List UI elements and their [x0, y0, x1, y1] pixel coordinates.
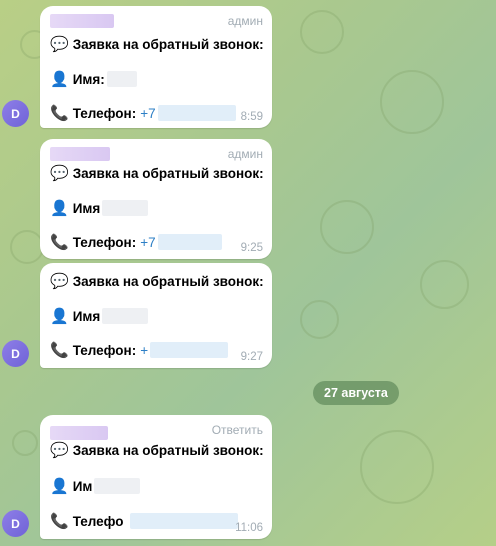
telephone-receiver-icon: 📞	[50, 513, 69, 530]
redacted-name	[106, 71, 137, 87]
bust-silhouette-icon: 👤	[50, 308, 69, 325]
message-bubble[interactable]: Ответить 💬 Заявка на обратный звонок: 👤 Им…	[40, 415, 272, 539]
phone-label: Телефон:	[72, 342, 137, 358]
background-doodle	[420, 260, 469, 309]
background-doodle	[380, 70, 444, 134]
redacted-name	[102, 308, 149, 324]
message-time: 11:06	[235, 522, 263, 534]
bust-silhouette-icon: 👤	[50, 200, 69, 217]
avatar[interactable]: D	[2, 510, 29, 537]
avatar[interactable]: D	[2, 340, 29, 367]
bust-silhouette-icon: 👤	[50, 478, 69, 495]
name-label: Им	[72, 478, 93, 494]
speech-balloon-icon: 💬	[50, 442, 69, 459]
name-line: 👤 Имя:	[50, 70, 137, 88]
phone-link[interactable]: +7	[140, 106, 155, 121]
sender-name-redacted[interactable]	[50, 14, 114, 28]
telephone-receiver-icon: 📞	[50, 105, 69, 122]
background-doodle	[300, 300, 339, 339]
sender-name-redacted[interactable]	[50, 426, 108, 440]
message-time: 9:25	[240, 242, 263, 254]
message-title: 💬 Заявка на обратный звонок:	[50, 35, 264, 53]
redacted-phone	[157, 105, 236, 121]
speech-balloon-icon: 💬	[50, 36, 69, 53]
message-title: 💬 Заявка на обратный звонок:	[50, 164, 264, 182]
background-doodle	[360, 430, 434, 504]
name-line: 👤 Имя	[50, 307, 149, 325]
message-title: 💬 Заявка на обратный звонок:	[50, 272, 264, 290]
phone-label: Телефо	[72, 513, 124, 529]
name-label: Имя	[72, 200, 101, 216]
message-time: 9:27	[240, 351, 263, 363]
message-bubble[interactable]: админ 💬 Заявка на обратный звонок: 👤 Имя 📞…	[40, 139, 272, 259]
speech-balloon-icon: 💬	[50, 165, 69, 182]
phone-line: 📞 Телефон: +7	[50, 233, 222, 251]
date-separator: 27 августа	[313, 381, 399, 405]
phone-line: 📞 Телефо	[50, 512, 238, 530]
phone-label: Телефон:	[72, 234, 137, 250]
message-title: 💬 Заявка на обратный звонок:	[50, 441, 264, 459]
speech-balloon-icon: 💬	[50, 273, 69, 290]
telephone-receiver-icon: 📞	[50, 342, 69, 359]
phone-line: 📞 Телефон: +7	[50, 104, 236, 122]
name-line: 👤 Имя	[50, 199, 149, 217]
bust-silhouette-icon: 👤	[50, 71, 69, 88]
avatar[interactable]: D	[2, 100, 29, 127]
background-doodle	[320, 200, 374, 254]
redacted-name	[102, 200, 149, 216]
name-line: 👤 Им	[50, 477, 141, 495]
phone-label: Телефон:	[72, 105, 137, 121]
name-label: Имя	[72, 308, 101, 324]
background-doodle	[10, 230, 44, 264]
telephone-receiver-icon: 📞	[50, 234, 69, 251]
message-time: 8:59	[240, 111, 263, 123]
phone-line: 📞 Телефон: +	[50, 341, 229, 359]
admin-badge: админ	[227, 147, 263, 161]
sender-name-redacted[interactable]	[50, 147, 110, 161]
message-bubble[interactable]: 💬 Заявка на обратный звонок: 👤 Имя 📞 Телефо…	[40, 263, 272, 368]
redacted-phone	[157, 234, 222, 250]
background-doodle	[300, 10, 344, 54]
title-text: Заявка на обратный звонок:	[72, 36, 264, 52]
phone-link[interactable]: +7	[140, 235, 155, 250]
phone-link[interactable]: +	[140, 343, 148, 358]
title-text: Заявка на обратный звонок:	[72, 273, 264, 289]
reply-button[interactable]: Ответить	[212, 423, 263, 437]
title-text: Заявка на обратный звонок:	[72, 165, 264, 181]
admin-badge: админ	[227, 14, 263, 28]
redacted-phone	[129, 513, 238, 529]
redacted-name	[94, 478, 141, 494]
message-bubble[interactable]: админ 💬 Заявка на обратный звонок: 👤 Имя: …	[40, 6, 272, 128]
title-text: Заявка на обратный звонок:	[72, 442, 264, 458]
name-label: Имя:	[72, 71, 105, 87]
background-doodle	[12, 430, 38, 456]
redacted-phone	[150, 342, 229, 358]
